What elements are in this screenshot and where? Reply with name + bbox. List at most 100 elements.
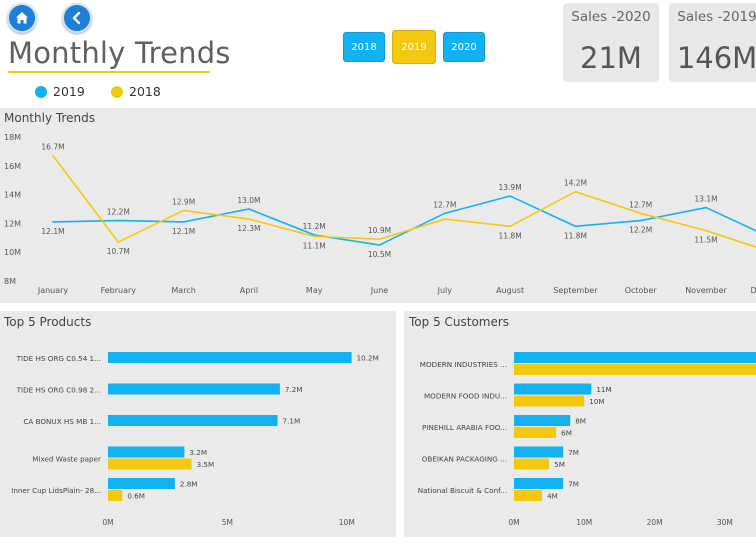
data-label-2018: 12.3M bbox=[237, 224, 260, 233]
data-point-2018 bbox=[705, 229, 707, 232]
home-button[interactable] bbox=[7, 3, 37, 33]
year-button-2019[interactable]: 2019 bbox=[392, 30, 436, 64]
data-label-2019: 12.7M bbox=[433, 200, 456, 209]
x-tick-label: November bbox=[685, 286, 727, 295]
bar-2019 bbox=[514, 415, 571, 426]
data-point-2018 bbox=[182, 209, 185, 212]
data-point-2018 bbox=[444, 218, 446, 220]
kpi-value: 146M bbox=[676, 41, 756, 75]
category-label: MODERN INDUSTRIES ... bbox=[420, 360, 507, 369]
monthly-trends-line-chart[interactable]: 18M 16M 14M 12M 10M 8M January February March Apr… bbox=[0, 108, 756, 303]
kpi-card-sales-2020: Sales -2020 21M bbox=[563, 3, 659, 82]
data-label-2018: 11.8M bbox=[499, 231, 522, 240]
category-label: Inner Cup LidsPlain- 28... bbox=[11, 486, 101, 495]
y-tick-label: 8M bbox=[4, 277, 16, 286]
back-arrow-icon bbox=[72, 11, 81, 25]
bar-2019 bbox=[514, 446, 564, 458]
page-title: Monthly Trends bbox=[8, 36, 231, 70]
bar-2018 bbox=[514, 364, 756, 375]
bar-2019 bbox=[108, 446, 185, 458]
top-products-bar-chart[interactable]: TIDE HS ORG C0.54 1... 10.2M TIDE HS ORG C… bbox=[0, 311, 396, 537]
kpi-value: 21M bbox=[580, 41, 642, 75]
bar-2018 bbox=[514, 458, 550, 470]
data-point-2019 bbox=[182, 221, 185, 223]
data-point-2018 bbox=[639, 212, 642, 215]
bar-2018 bbox=[108, 490, 123, 501]
data-label-2019: 12.2M bbox=[629, 226, 652, 235]
data-label-2018: 11.5M bbox=[694, 236, 717, 245]
title-underline bbox=[8, 71, 210, 73]
x-tick-label: 0M bbox=[508, 518, 519, 527]
x-tick-label: 0M bbox=[102, 518, 113, 527]
x-tick-label: March bbox=[171, 286, 195, 295]
x-tick-label: February bbox=[101, 286, 137, 295]
data-point-2019 bbox=[248, 208, 250, 210]
data-point-2019 bbox=[52, 221, 54, 223]
data-label-2019: 13.0M bbox=[237, 196, 260, 205]
legend-item-2018: 2018 bbox=[111, 84, 161, 99]
back-button[interactable] bbox=[62, 3, 92, 33]
data-label-2018: 10.9M bbox=[368, 226, 391, 235]
legend-item-2019: 2019 bbox=[35, 84, 85, 99]
data-label-2019: 10.5M bbox=[368, 250, 391, 259]
x-tick-label: August bbox=[496, 286, 524, 295]
x-tick-label: June bbox=[370, 286, 389, 295]
data-point-2019 bbox=[639, 219, 642, 222]
data-point-2019 bbox=[378, 244, 381, 246]
bar-2018 bbox=[514, 395, 585, 407]
data-point-2019 bbox=[574, 225, 577, 228]
legend-label-2018: 2018 bbox=[129, 84, 161, 99]
legend-label-2019: 2019 bbox=[53, 84, 85, 99]
data-label-2019: 13.9M bbox=[499, 183, 522, 192]
bar-2019 bbox=[514, 383, 592, 395]
category-label: MODERN FOOD INDU... bbox=[424, 392, 507, 401]
data-label-2018: 16.7M bbox=[41, 143, 64, 152]
category-label: Mixed Waste paper bbox=[32, 455, 101, 464]
bar-data-label: 8M bbox=[575, 417, 586, 426]
data-point-2018 bbox=[117, 241, 120, 243]
data-point-2018 bbox=[313, 235, 316, 238]
data-label-2019: 12.2M bbox=[107, 208, 130, 217]
bar-data-label: 4M bbox=[547, 492, 558, 501]
kpi-label: Sales -2019 bbox=[677, 9, 756, 25]
data-label-2018: 14.2M bbox=[564, 179, 587, 188]
data-label-2019: 12.1M bbox=[41, 227, 64, 236]
data-point-2019 bbox=[444, 212, 446, 215]
kpi-card-sales-2019: Sales -2019 146M bbox=[669, 3, 756, 82]
bar-2019 bbox=[108, 415, 278, 426]
bar-2018 bbox=[514, 427, 557, 438]
monthly-trends-panel: Monthly Trends 18M 16M 14M 12M 10M 8M January F… bbox=[0, 108, 756, 303]
data-label-2018: 12.7M bbox=[629, 200, 652, 209]
year-button-2018[interactable]: 2018 bbox=[343, 32, 385, 62]
bar-data-label: 2.8M bbox=[180, 480, 198, 489]
data-label-2019: 12.1M bbox=[172, 227, 195, 236]
bar-data-label: 10M bbox=[589, 397, 604, 406]
x-tick-label: 30M bbox=[717, 518, 733, 527]
bar-data-label: 7M bbox=[568, 480, 579, 489]
bar-data-label: 7.1M bbox=[283, 417, 301, 426]
bar-2018 bbox=[108, 458, 192, 470]
legend-swatch-2019 bbox=[35, 85, 47, 98]
bar-data-label: 3.2M bbox=[189, 448, 207, 457]
x-tick-label: 10M bbox=[576, 518, 592, 527]
bar-data-label: 11M bbox=[596, 385, 611, 394]
x-tick-label: December bbox=[751, 286, 756, 295]
x-tick-label: 20M bbox=[647, 518, 663, 527]
bar-2019 bbox=[108, 478, 175, 489]
bar-data-label: 7M bbox=[568, 448, 579, 457]
bar-data-label: 5M bbox=[554, 460, 565, 469]
year-button-2020[interactable]: 2020 bbox=[443, 32, 485, 62]
x-tick-label: May bbox=[306, 286, 323, 295]
data-point-2019 bbox=[705, 206, 707, 209]
bar-data-label: 10.2M bbox=[357, 354, 379, 363]
data-label-2018: 10.7M bbox=[107, 247, 130, 256]
data-point-2018 bbox=[574, 190, 577, 193]
data-point-2018 bbox=[52, 154, 54, 157]
data-point-2018 bbox=[248, 218, 250, 220]
home-icon bbox=[16, 12, 28, 24]
data-label-2019: 11.8M bbox=[564, 231, 587, 240]
top-customers-bar-chart[interactable]: MODERN INDUSTRIES ...37MODERN FOOD INDU.… bbox=[404, 311, 756, 537]
y-tick-label: 14M bbox=[4, 191, 21, 200]
category-label: CA BONUX HS MB 1... bbox=[23, 417, 101, 426]
bar-2019 bbox=[514, 478, 564, 489]
